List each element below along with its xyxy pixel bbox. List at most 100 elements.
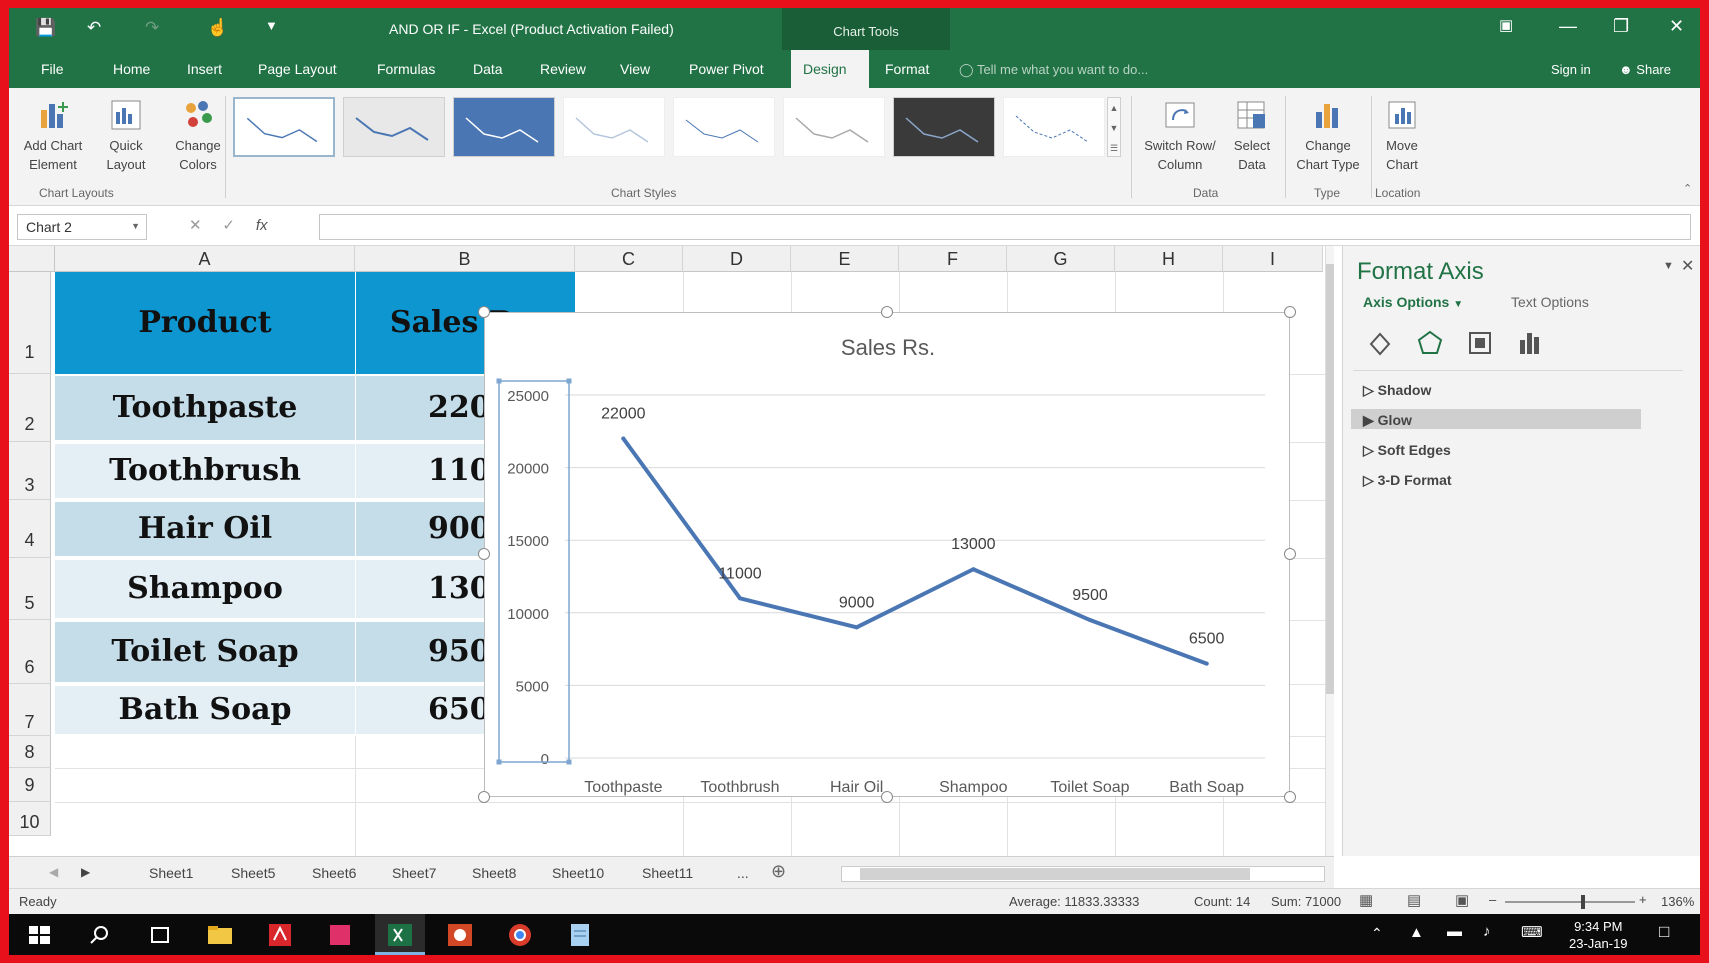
quick-layout-button[interactable]: Quick Layout <box>93 98 159 174</box>
3d-format-section[interactable]: ▷ 3-D Format <box>1363 472 1452 489</box>
chrome-icon[interactable] <box>505 922 535 948</box>
sheet-tab[interactable]: Sheet8 <box>472 865 516 881</box>
chart-style-3[interactable] <box>453 97 555 157</box>
page-break-view-icon[interactable]: ▣ <box>1455 891 1469 909</box>
chevron-down-icon[interactable]: ▼ <box>131 221 140 231</box>
pane-options-icon[interactable]: ▼ <box>1663 260 1674 272</box>
axis-options-icon[interactable] <box>1515 328 1545 358</box>
keyboard-icon[interactable]: ⌨ <box>1521 923 1543 941</box>
select-data-button[interactable]: Select Data <box>1223 98 1281 174</box>
chart-style-8[interactable] <box>1003 97 1105 157</box>
insert-function-icon[interactable]: fx <box>256 217 268 234</box>
tab-file[interactable]: File <box>35 50 70 88</box>
move-chart-button[interactable]: Move Chart <box>1373 98 1431 174</box>
column-header-f[interactable]: F <box>899 246 1007 272</box>
product-cell[interactable]: Shampoo <box>55 560 355 618</box>
customize-toolbar-icon[interactable]: ▼ <box>265 18 278 33</box>
effects-icon[interactable] <box>1415 328 1445 358</box>
sheet-tab[interactable]: Sheet10 <box>552 865 604 881</box>
page-layout-view-icon[interactable]: ▤ <box>1407 891 1421 909</box>
chart-resize-handle[interactable] <box>1284 548 1296 560</box>
sheet-tab[interactable]: Sheet6 <box>312 865 356 881</box>
task-view-icon[interactable] <box>145 922 175 948</box>
fill-line-icon[interactable] <box>1365 328 1395 358</box>
tab-data[interactable]: Data <box>467 50 509 88</box>
zoom-slider-thumb[interactable] <box>1581 895 1585 909</box>
sheet-tab[interactable]: Sheet5 <box>231 865 275 881</box>
network-icon[interactable]: ▲ <box>1409 924 1424 941</box>
share-button[interactable]: ☻ Share <box>1619 62 1671 77</box>
switch-row-column-button[interactable]: Switch Row/ Column <box>1135 98 1225 174</box>
y-axis-selection[interactable] <box>498 380 570 763</box>
shadow-section[interactable]: ▷ Shadow <box>1363 382 1431 399</box>
select-all-corner[interactable] <box>9 246 55 272</box>
app-icon[interactable] <box>325 922 355 948</box>
tell-me-box[interactable]: ◯ Tell me what you want to do... <box>959 62 1148 78</box>
notifications-icon[interactable]: □ <box>1659 922 1669 942</box>
chart-resize-handle[interactable] <box>1284 791 1296 803</box>
vertical-scrollbar[interactable] <box>1325 246 1334 856</box>
glow-section-label[interactable]: ▶ Glow <box>1363 412 1412 429</box>
scroll-left-icon[interactable]: ◀ <box>49 865 58 879</box>
search-icon[interactable] <box>85 922 115 948</box>
sign-in-link[interactable]: Sign in <box>1551 62 1591 77</box>
product-cell[interactable]: Toilet Soap <box>55 622 355 682</box>
tab-design[interactable]: Design <box>791 50 869 88</box>
column-header-i[interactable]: I <box>1223 246 1323 272</box>
add-chart-element-button[interactable]: Add Chart Element <box>17 98 89 174</box>
touch-mode-icon[interactable]: ☝ <box>207 18 228 38</box>
volume-icon[interactable]: ♪ <box>1483 923 1491 940</box>
column-header-c[interactable]: C <box>575 246 683 272</box>
horizontal-scrollbar[interactable] <box>841 866 1325 882</box>
add-sheet-icon[interactable]: ⊕ <box>771 861 786 882</box>
chart-style-7[interactable] <box>893 97 995 157</box>
tab-home[interactable]: Home <box>107 50 156 88</box>
notepad-icon[interactable] <box>565 922 595 948</box>
close-icon[interactable]: ✕ <box>1669 16 1684 37</box>
product-cell[interactable]: Toothbrush <box>55 444 355 498</box>
product-cell[interactable]: Hair Oil <box>55 502 355 556</box>
scrollbar-thumb[interactable] <box>860 868 1250 880</box>
scroll-right-icon[interactable]: ▶ <box>81 865 90 879</box>
battery-icon[interactable]: ▬ <box>1447 923 1462 940</box>
row-header-6[interactable]: 6 <box>9 620 51 684</box>
undo-icon[interactable]: ↶ <box>87 18 101 38</box>
enter-icon[interactable]: ✓ <box>222 217 235 234</box>
row-header-8[interactable]: 8 <box>9 736 51 768</box>
chevron-up-icon[interactable]: ⌃ <box>1371 925 1383 942</box>
chart-styles-scroll[interactable]: ▲ ▼ ☰ <box>1107 97 1121 157</box>
row-header-10[interactable]: 10 <box>9 802 51 836</box>
chart-resize-handle[interactable] <box>881 306 893 318</box>
more-sheets[interactable]: ... <box>737 865 749 881</box>
column-header-d[interactable]: D <box>683 246 791 272</box>
collapse-ribbon-icon[interactable]: ⌃ <box>1683 182 1692 195</box>
header-cell-product[interactable]: Product <box>55 272 355 374</box>
row-header-7[interactable]: 7 <box>9 684 51 736</box>
close-pane-icon[interactable]: ✕ <box>1681 256 1694 276</box>
row-header-1[interactable]: 1 <box>9 272 51 374</box>
zoom-slider[interactable] <box>1505 895 1635 909</box>
tab-power-pivot[interactable]: Power Pivot <box>683 50 770 88</box>
soft-edges-section[interactable]: ▷ Soft Edges <box>1363 442 1451 459</box>
powerpoint-icon[interactable] <box>445 922 475 948</box>
zoom-level[interactable]: 136% <box>1661 894 1694 909</box>
normal-view-icon[interactable]: ▦ <box>1359 891 1373 909</box>
file-explorer-icon[interactable] <box>205 922 235 948</box>
chart-style-2[interactable] <box>343 97 445 157</box>
excel-taskbar-button[interactable] <box>375 914 425 955</box>
product-cell[interactable]: Bath Soap <box>55 686 355 734</box>
column-header-h[interactable]: H <box>1115 246 1223 272</box>
row-header-4[interactable]: 4 <box>9 500 51 558</box>
chart-style-4[interactable] <box>563 97 665 157</box>
restore-icon[interactable]: ❐ <box>1613 16 1629 37</box>
formula-input[interactable] <box>319 214 1691 240</box>
redo-icon[interactable]: ↷ <box>145 18 159 38</box>
change-colors-button[interactable]: Change Colors <box>163 98 233 174</box>
minimize-icon[interactable]: — <box>1559 16 1577 37</box>
column-header-b[interactable]: B <box>355 246 575 272</box>
product-cell[interactable]: Toothpaste <box>55 376 355 440</box>
column-header-e[interactable]: E <box>791 246 899 272</box>
chart-resize-handle[interactable] <box>1284 306 1296 318</box>
name-box[interactable]: Chart 2 ▼ <box>17 214 147 240</box>
row-header-3[interactable]: 3 <box>9 442 51 500</box>
